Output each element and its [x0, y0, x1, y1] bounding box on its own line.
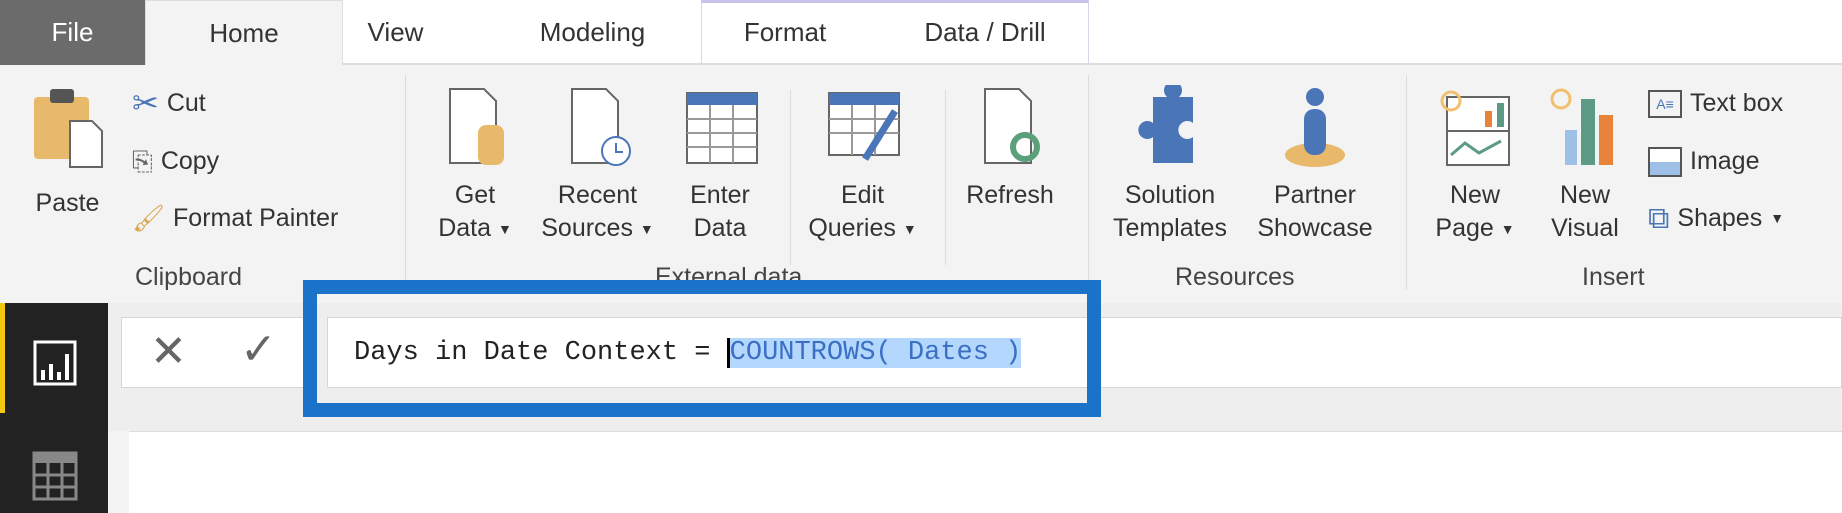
divider	[1406, 75, 1407, 290]
ribbon-tabs: File Home View Modeling Format Data / Dr…	[0, 0, 1842, 66]
format-painter-label: Format Painter	[173, 204, 339, 232]
data-view-icon[interactable]	[32, 451, 78, 501]
report-view-icon[interactable]	[33, 340, 77, 386]
scissors-icon: ✂	[132, 85, 159, 121]
cut-button[interactable]: ✂ Cut	[132, 87, 206, 120]
highlight-box	[303, 280, 1101, 417]
partner-label-2: Showcase	[1257, 214, 1373, 242]
group-label-clipboard: Clipboard	[135, 263, 243, 291]
edit-queries-icon	[828, 92, 900, 161]
cut-label: Cut	[166, 89, 206, 117]
get-data-button[interactable]: Get Data ▼	[425, 85, 525, 246]
ribbon: Paste ✂ Cut ⎘ Copy 🖌 Format Painter Clipboa…	[0, 65, 1842, 303]
recent-sources-icon	[571, 88, 631, 166]
shapes-label: Shapes	[1677, 204, 1763, 232]
solution-label: Solution	[1124, 181, 1216, 209]
tab-format[interactable]: Format	[715, 0, 855, 65]
report-canvas[interactable]	[129, 431, 1842, 513]
puzzle-icon	[1137, 81, 1193, 163]
get-data-label-2: Data	[438, 214, 491, 242]
brush-icon: 🖌	[132, 203, 166, 233]
tab-modeling[interactable]: Modeling	[505, 0, 680, 65]
solution-templates-button[interactable]: Solution Templates	[1100, 81, 1240, 245]
refresh-icon	[983, 88, 1040, 164]
tab-view[interactable]: View	[343, 0, 448, 65]
commit-checkmark-icon[interactable]: ✓	[240, 324, 277, 375]
edit-queries-button[interactable]: Edit Queries ▼	[800, 85, 925, 246]
active-view-indicator	[0, 303, 5, 413]
recent-sources-button[interactable]: Recent Sources ▼	[530, 85, 665, 246]
copy-button[interactable]: ⎘ Copy	[132, 145, 219, 178]
new-visual-icon	[1550, 88, 1613, 165]
edit-label-2: Queries	[808, 214, 896, 242]
get-data-label: Get	[454, 181, 496, 209]
paste-icon	[34, 89, 103, 168]
new-visual-button[interactable]: New Visual	[1535, 85, 1635, 245]
enter-label-2: Data	[693, 214, 747, 242]
tab-data-drill[interactable]: Data / Drill	[895, 0, 1075, 65]
cancel-icon[interactable]: ✕	[150, 326, 187, 377]
edit-label: Edit	[840, 181, 885, 209]
copy-label: Copy	[160, 147, 220, 175]
recent-label-2: Sources	[541, 214, 633, 242]
group-label-insert: Insert	[1582, 263, 1645, 291]
divider	[790, 90, 791, 265]
dropdown-arrow-icon: ▼	[1770, 210, 1785, 226]
divider	[405, 75, 406, 290]
new-page-label-2: Page	[1435, 214, 1494, 242]
new-visual-label-2: Visual	[1551, 214, 1619, 242]
shapes-icon: ⧉	[1648, 202, 1670, 235]
dropdown-arrow-icon: ▼	[497, 220, 512, 237]
dropdown-arrow-icon: ▼	[639, 220, 654, 237]
partner-label: Partner	[1274, 181, 1356, 209]
paste-button[interactable]: Paste	[20, 85, 115, 220]
refresh-button[interactable]: Refresh	[955, 85, 1065, 212]
new-page-icon	[1440, 90, 1510, 166]
formula-actions: ✕ ✓	[121, 317, 317, 388]
shapes-button[interactable]: ⧉ Shapes ▼	[1648, 202, 1784, 235]
paste-label: Paste	[35, 189, 100, 217]
new-page-label: New	[1449, 181, 1500, 209]
table-icon	[685, 92, 758, 164]
refresh-label: Refresh	[966, 181, 1054, 209]
text-box-button[interactable]: A≡ Text box	[1648, 87, 1783, 120]
new-page-button[interactable]: New Page ▼	[1420, 85, 1530, 246]
group-label-resources: Resources	[1175, 263, 1295, 291]
enter-data-button[interactable]: Enter Data	[675, 85, 765, 245]
solution-label-2: Templates	[1113, 214, 1227, 242]
text-box-label: Text box	[1690, 89, 1784, 117]
recent-label: Recent	[557, 181, 638, 209]
dropdown-arrow-icon: ▼	[1500, 220, 1515, 237]
dropdown-arrow-icon: ▼	[902, 220, 917, 237]
view-sidebar	[0, 303, 108, 513]
partner-icon	[1284, 88, 1345, 167]
copy-icon: ⎘	[132, 146, 153, 176]
partner-showcase-button[interactable]: Partner Showcase	[1245, 85, 1385, 245]
divider	[1088, 75, 1089, 290]
get-data-icon	[448, 88, 504, 165]
enter-label: Enter	[690, 181, 750, 209]
format-painter-button[interactable]: 🖌 Format Painter	[132, 202, 338, 235]
image-button[interactable]: Image	[1648, 145, 1759, 178]
divider	[945, 90, 946, 265]
image-label: Image	[1690, 147, 1760, 175]
text-box-icon: A≡	[1648, 89, 1682, 118]
tab-home[interactable]: Home	[145, 0, 343, 66]
new-visual-label: New	[1559, 181, 1610, 209]
tab-file[interactable]: File	[0, 0, 145, 65]
image-icon	[1648, 146, 1682, 177]
